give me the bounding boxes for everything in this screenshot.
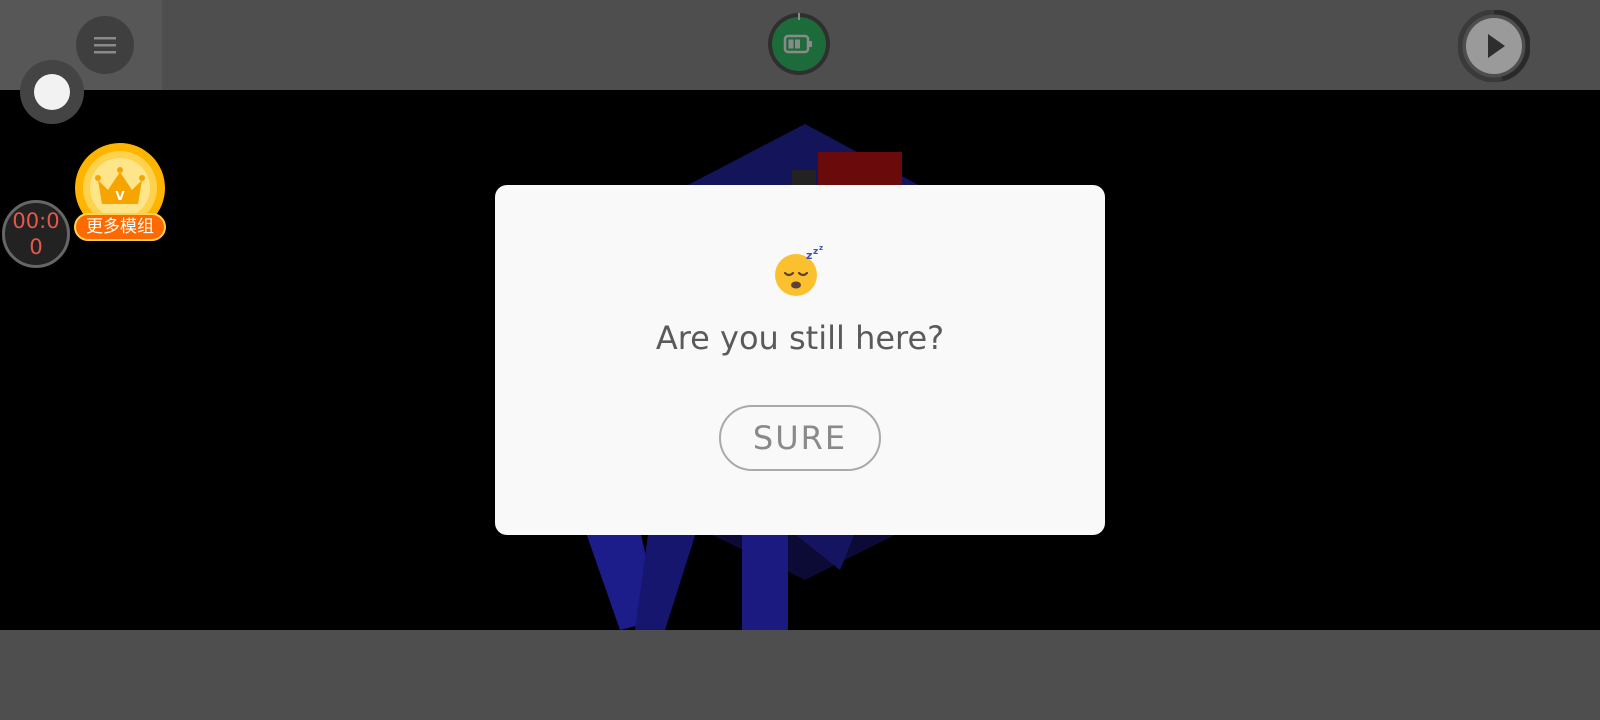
bottom-bar — [0, 630, 1600, 720]
idle-check-dialog: z z z Are you still here? SURE — [495, 185, 1105, 535]
more-mods-label[interactable]: 更多模组 — [74, 213, 166, 241]
svg-text:z: z — [819, 245, 823, 252]
sleeping-face-icon: z z z — [775, 244, 823, 296]
timer-text-line2: 0 — [29, 235, 43, 259]
menu-icon — [94, 37, 116, 54]
svg-text:z: z — [806, 249, 812, 262]
battery-indicator[interactable] — [767, 12, 831, 76]
play-icon — [1457, 9, 1531, 83]
sure-button[interactable]: SURE — [719, 405, 881, 471]
top-toolbar — [0, 0, 1600, 90]
timer-badge: 00:0 0 — [2, 200, 70, 268]
dialog-emoji: z z z — [495, 244, 1105, 301]
svg-text:z: z — [813, 247, 818, 257]
vip-more-mods-badge[interactable]: V 更多模组 — [72, 140, 170, 246]
menu-button[interactable] — [76, 16, 134, 74]
floating-drag-handle[interactable] — [20, 60, 84, 124]
timer-text-line1: 00:0 — [12, 209, 60, 233]
battery-icon — [768, 13, 830, 75]
dialog-title: Are you still here? — [655, 319, 945, 357]
drag-knob[interactable] — [34, 74, 70, 110]
vip-coin-letter: V — [115, 189, 125, 203]
play-button[interactable] — [1457, 9, 1531, 83]
